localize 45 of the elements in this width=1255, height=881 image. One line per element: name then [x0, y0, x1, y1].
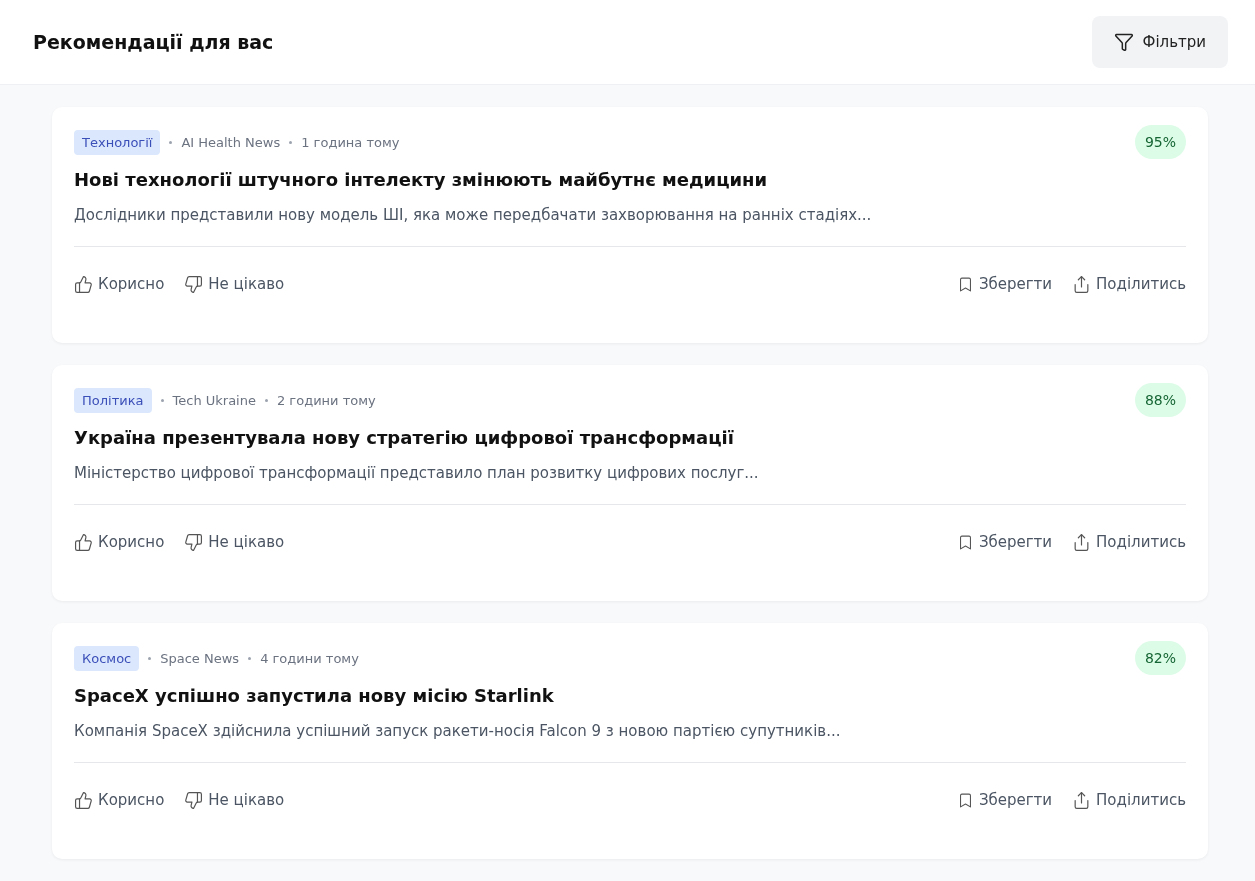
save-button[interactable]: Зберегти — [956, 532, 1053, 552]
save-button[interactable]: Зберегти — [956, 274, 1053, 294]
separator-dot — [289, 140, 293, 144]
article-summary: Компанія SpaceX здійснила успішний запуск ракети-носія Falcon 9 з новою партією супутників... — [74, 722, 842, 740]
not-interested-button[interactable]: Не цікаво — [184, 274, 285, 294]
source-name: AI Health News — [181, 134, 281, 150]
match-score: 95% — [1134, 125, 1186, 159]
article-time: 4 години тому — [260, 650, 359, 666]
thumbs-down-icon — [184, 790, 204, 810]
category-tag: Космос — [74, 645, 140, 671]
separator-dot — [264, 398, 268, 402]
category-tag: Політика — [74, 387, 152, 413]
source-name: Space News — [160, 650, 240, 666]
article-title[interactable]: Нові технології штучного інтелекту змінюють майбутнє медицини — [74, 169, 1186, 190]
separator-dot — [169, 140, 173, 144]
article-time: 2 години тому — [276, 392, 376, 408]
article-summary: Дослідники представили нову модель ШІ, яка може передбачати захворювання на ранніх стадіях... — [74, 206, 873, 224]
thumbs-down-icon — [184, 532, 204, 552]
page-title: Рекомендації для вас — [33, 31, 274, 53]
source-name: Tech Ukraine — [172, 392, 256, 408]
category-tag: Технології — [74, 129, 161, 155]
article-title[interactable]: Україна презентувала нову стратегію цифрової трансформації — [74, 427, 1186, 448]
not-interested-button[interactable]: Не цікаво — [184, 790, 285, 810]
share-button[interactable]: Поділитись — [1072, 790, 1186, 810]
article-time: 1 година тому — [301, 134, 400, 150]
separator-dot — [248, 656, 252, 660]
separator-dot — [160, 398, 164, 402]
match-score: 88% — [1134, 383, 1186, 417]
helpful-button[interactable]: Корисно — [74, 274, 165, 294]
helpful-button[interactable]: Корисно — [74, 790, 165, 810]
filter-icon — [1114, 32, 1135, 52]
thumbs-up-icon — [74, 274, 93, 294]
article-summary: Міністерство цифрової трансформації представило план розвитку цифрових послуг... — [74, 464, 760, 482]
match-score: 82% — [1134, 641, 1186, 675]
filter-button[interactable]: Фільтри — [1092, 16, 1228, 68]
helpful-button[interactable]: Корисно — [74, 532, 165, 552]
thumbs-down-icon — [184, 274, 204, 294]
separator-dot — [148, 656, 152, 660]
share-button[interactable]: Поділитись — [1072, 274, 1186, 294]
thumbs-up-icon — [74, 790, 93, 810]
save-button[interactable]: Зберегти — [956, 790, 1053, 810]
not-interested-button[interactable]: Не цікаво — [184, 532, 285, 552]
thumbs-up-icon — [74, 532, 93, 552]
share-button[interactable]: Поділитись — [1072, 532, 1186, 552]
article-title[interactable]: SpaceX успішно запустила нову місію Starlink — [74, 685, 1186, 706]
